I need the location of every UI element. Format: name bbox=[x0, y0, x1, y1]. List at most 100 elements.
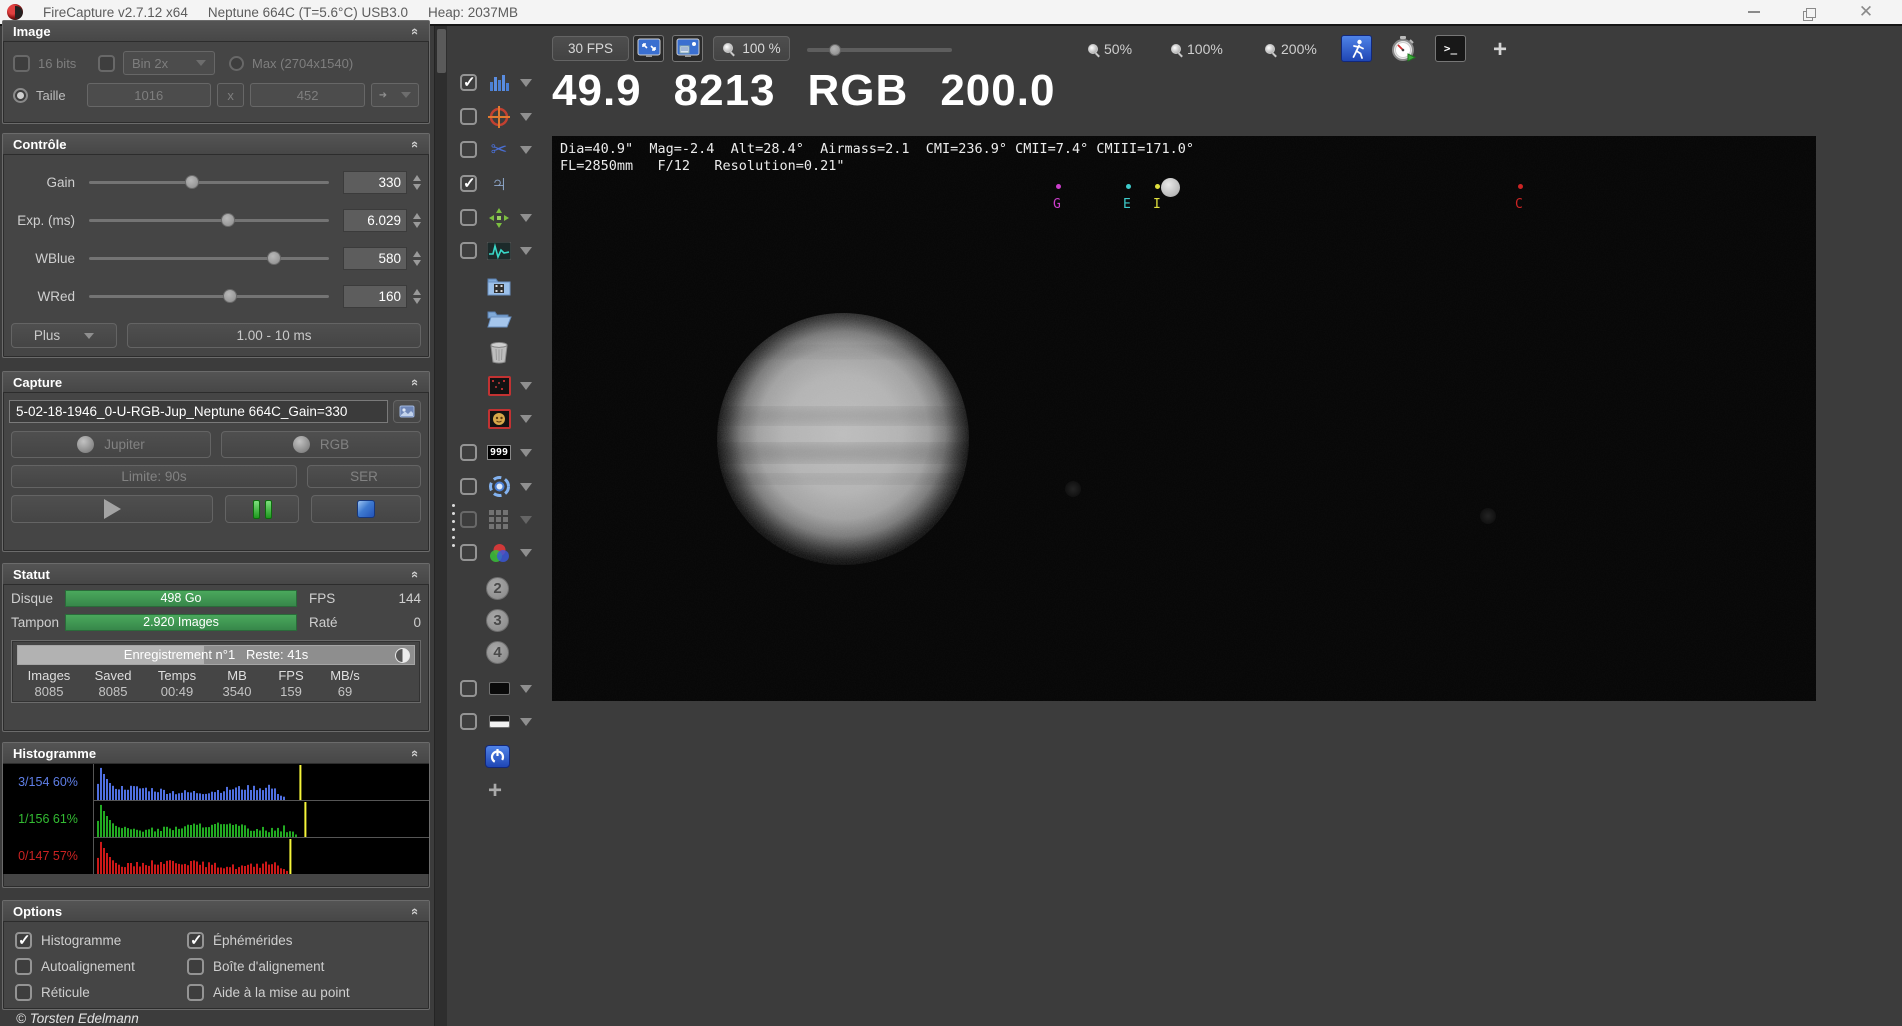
restore-button[interactable] bbox=[1782, 0, 1838, 24]
checkbox[interactable] bbox=[15, 958, 32, 975]
checkbox[interactable] bbox=[460, 680, 477, 697]
focus-wave-icon[interactable] bbox=[486, 238, 512, 264]
slider-thumb[interactable] bbox=[185, 175, 199, 189]
zoom-100-button[interactable]: 100% bbox=[1170, 38, 1223, 60]
bw-swatch-icon[interactable] bbox=[486, 709, 512, 735]
fullscreen-button[interactable] bbox=[633, 35, 664, 62]
chevron-down-icon[interactable] bbox=[520, 381, 532, 390]
gain-value[interactable]: 330 bbox=[343, 170, 407, 194]
collapse-icon[interactable]: « bbox=[408, 140, 423, 147]
power-icon[interactable] bbox=[485, 745, 510, 768]
chevron-down-icon[interactable] bbox=[520, 448, 532, 457]
exposure-slider[interactable] bbox=[89, 213, 329, 227]
checkbox[interactable] bbox=[460, 544, 477, 561]
counter-999-icon[interactable]: 999 bbox=[486, 440, 512, 466]
flatframe-icon[interactable] bbox=[486, 406, 512, 432]
close-button[interactable]: ✕ bbox=[1838, 0, 1894, 24]
log-console-button[interactable]: >_ bbox=[1435, 35, 1466, 62]
chevron-down-icon[interactable] bbox=[520, 112, 532, 121]
minimize-button[interactable] bbox=[1726, 0, 1782, 24]
wblue-value[interactable]: 580 bbox=[343, 246, 407, 270]
checkbox[interactable] bbox=[460, 209, 477, 226]
checkbox[interactable] bbox=[460, 108, 477, 125]
checkbox[interactable] bbox=[187, 958, 204, 975]
zoom-level-button[interactable]: 100 % bbox=[713, 36, 790, 61]
format-button[interactable]: SER bbox=[307, 465, 421, 488]
option-ephemerides[interactable]: Éphémérides bbox=[187, 931, 429, 949]
scissors-icon[interactable]: ✂ bbox=[486, 137, 512, 163]
limit-button[interactable]: Limite: 90s bbox=[11, 465, 297, 488]
max-radio[interactable] bbox=[229, 55, 244, 71]
checkbox[interactable] bbox=[187, 931, 204, 949]
slider-thumb[interactable] bbox=[266, 251, 281, 265]
checkbox[interactable] bbox=[460, 141, 477, 158]
gain-slider[interactable] bbox=[89, 175, 329, 189]
highspeed-mode-button[interactable] bbox=[1341, 35, 1372, 62]
darkframe-icon[interactable] bbox=[486, 373, 512, 399]
chevron-down-icon[interactable] bbox=[520, 213, 532, 222]
option-boite-alignement[interactable]: Boîte d'alignement bbox=[187, 958, 429, 975]
checkbox[interactable] bbox=[460, 444, 477, 461]
collapse-icon[interactable]: « bbox=[408, 27, 423, 34]
histogram-icon[interactable] bbox=[486, 70, 512, 96]
slider-thumb[interactable] bbox=[223, 289, 238, 303]
timer-button[interactable] bbox=[1387, 35, 1418, 62]
plus-dropdown[interactable]: Plus bbox=[11, 323, 117, 348]
checkbox[interactable] bbox=[460, 73, 477, 91]
zoom-slider[interactable] bbox=[807, 44, 952, 56]
checkbox[interactable] bbox=[187, 984, 204, 1001]
height-field[interactable]: 452 bbox=[250, 83, 365, 107]
zoom-50-button[interactable]: 50% bbox=[1087, 38, 1132, 60]
chevron-down-icon[interactable] bbox=[520, 515, 532, 524]
checkbox[interactable] bbox=[15, 931, 32, 949]
wblue-spinner[interactable] bbox=[410, 250, 423, 266]
exposure-value[interactable]: 6.029 bbox=[343, 208, 407, 232]
exposure-range-button[interactable]: 1.00 - 10 ms bbox=[127, 323, 421, 348]
checkbox[interactable] bbox=[460, 478, 477, 495]
snapshot-button[interactable] bbox=[393, 400, 421, 423]
profile-3-button[interactable]: 3 bbox=[486, 609, 509, 632]
collapse-icon[interactable]: « bbox=[408, 749, 423, 756]
collapse-icon[interactable]: « bbox=[408, 378, 423, 385]
video-folder-icon[interactable] bbox=[486, 273, 512, 299]
rgb-circles-icon[interactable] bbox=[486, 540, 512, 566]
option-autoalignement[interactable]: Autoalignement bbox=[15, 958, 187, 975]
option-reticule[interactable]: Réticule bbox=[15, 984, 187, 1001]
scrollbar-thumb[interactable] bbox=[437, 29, 446, 73]
collapse-icon[interactable]: « bbox=[408, 570, 423, 577]
bits16-checkbox[interactable] bbox=[13, 54, 30, 72]
fps-limit-button[interactable]: 30 FPS bbox=[552, 36, 629, 61]
chevron-down-icon[interactable] bbox=[520, 78, 532, 87]
option-aide-mise-au-point[interactable]: Aide à la mise au point bbox=[187, 984, 429, 1001]
width-field[interactable]: 1016 bbox=[86, 83, 211, 107]
taille-radio[interactable] bbox=[13, 87, 28, 103]
panel-scrollbar[interactable] bbox=[434, 26, 447, 1026]
bin-checkbox[interactable] bbox=[98, 54, 115, 72]
profile-2-button[interactable]: 2 bbox=[486, 577, 509, 600]
grid-icon[interactable] bbox=[486, 507, 512, 533]
option-histogramme[interactable]: Histogramme bbox=[15, 931, 187, 949]
chevron-down-icon[interactable] bbox=[520, 482, 532, 491]
record-button[interactable] bbox=[11, 495, 213, 523]
guide-target-icon[interactable] bbox=[486, 474, 512, 500]
black-swatch-icon[interactable] bbox=[486, 676, 512, 702]
bin-dropdown[interactable]: Bin 2x bbox=[123, 51, 215, 75]
chevron-down-icon[interactable] bbox=[520, 145, 532, 154]
zoom-200-button[interactable]: 200% bbox=[1264, 38, 1317, 60]
checkbox[interactable] bbox=[15, 984, 32, 1001]
checkbox[interactable] bbox=[460, 713, 477, 730]
add-toolbar-button[interactable]: + bbox=[1493, 36, 1507, 64]
target-button[interactable]: Jupiter bbox=[11, 431, 211, 458]
chevron-down-icon[interactable] bbox=[520, 246, 532, 255]
size-preset-dropdown[interactable]: ➜ bbox=[370, 83, 419, 107]
chevron-down-icon[interactable] bbox=[520, 548, 532, 557]
stop-button[interactable] bbox=[311, 495, 421, 523]
checkbox[interactable] bbox=[460, 242, 477, 259]
plus-icon[interactable]: + bbox=[488, 777, 502, 805]
gain-spinner[interactable] bbox=[410, 174, 423, 190]
open-folder-icon[interactable] bbox=[486, 306, 512, 332]
filename-field[interactable]: 5-02-18-1946_0-U-RGB-Jup_Neptune 664C_Ga… bbox=[9, 400, 388, 423]
chevron-down-icon[interactable] bbox=[520, 684, 532, 693]
reticle-icon[interactable] bbox=[486, 104, 512, 130]
checkbox[interactable] bbox=[460, 511, 477, 528]
